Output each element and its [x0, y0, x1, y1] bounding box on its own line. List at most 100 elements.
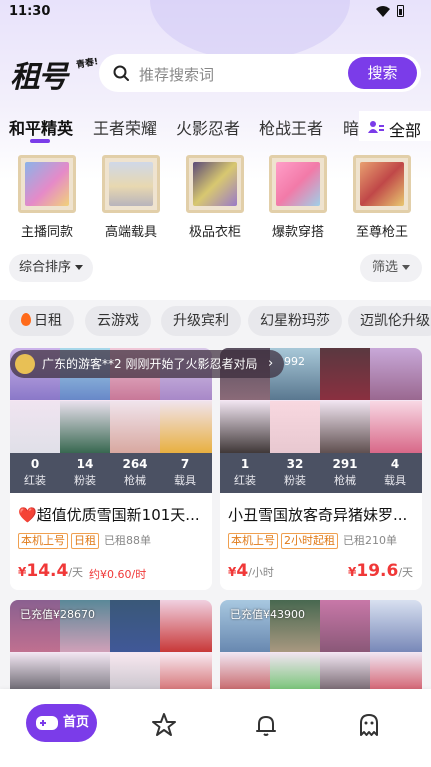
recharge-label: 已充值¥43900	[230, 608, 305, 621]
battery-icon	[397, 5, 404, 17]
listing-card[interactable]: 0 红装 14 粉装 264 枪械 7 载具 ❤️超值优质雪国新101天... 本机上号…	[10, 348, 212, 590]
tab-huoying[interactable]: 火影忍者	[176, 115, 240, 139]
category-row: 主播同款 高端载具 极品衣柜 爆款穿搭 至尊枪王	[0, 155, 431, 240]
stat-value: 32	[286, 457, 304, 471]
tag-label: 日租	[34, 313, 62, 329]
price-unit: /小时	[248, 566, 274, 579]
outfit-icon	[269, 155, 327, 213]
outfit-icon	[186, 155, 244, 213]
active-tab-indicator	[30, 139, 50, 143]
category-label: 极品衣柜	[188, 225, 241, 240]
stat-value: 4	[390, 457, 400, 471]
stat-value: 7	[180, 457, 190, 471]
tag-maserati[interactable]: 幻星粉玛莎	[248, 306, 342, 336]
sort-label: 综合排序	[19, 260, 72, 275]
stat-value: 1	[240, 457, 250, 471]
category-label: 爆款穿搭	[271, 225, 324, 240]
tab-qiangzhan[interactable]: 枪战王者	[259, 115, 323, 139]
badge: 本机上号	[228, 533, 278, 549]
tag-bentley[interactable]: 升级宾利	[161, 306, 241, 336]
price-unit: /天	[398, 566, 414, 579]
caret-down-icon	[402, 265, 410, 270]
stat-label: 载具	[384, 474, 406, 487]
star-icon[interactable]	[151, 712, 177, 738]
bottom-nav: 首页	[0, 689, 431, 767]
stat-label: 粉装	[284, 474, 306, 487]
stat-label: 枪械	[124, 474, 146, 487]
search-bar[interactable]: 推荐搜索词 搜索	[99, 54, 421, 92]
price: ¥14.4/天	[18, 561, 83, 581]
stat-value: 14	[76, 457, 94, 471]
tab-heping[interactable]: 和平精英	[9, 115, 73, 139]
listing-badges: 本机上号 2小时起租 已租210单	[228, 532, 397, 549]
all-games-label: 全部	[389, 121, 422, 140]
listing-stats: 0 红装 14 粉装 264 枪械 7 载具	[10, 453, 212, 493]
caret-down-icon	[75, 265, 84, 270]
search-input[interactable]: 推荐搜索词	[139, 64, 214, 85]
status-bar: 11:30	[0, 0, 431, 26]
ghost-icon[interactable]	[356, 712, 382, 738]
filter-dropdown[interactable]: 筛选	[360, 254, 422, 282]
rented-count: 已租88单	[104, 534, 151, 547]
status-time: 11:30	[9, 4, 51, 19]
category-streamer[interactable]: 主播同款	[15, 155, 79, 240]
stat-label: 红装	[234, 474, 256, 487]
badge: 本机上号	[18, 533, 68, 549]
notice-suffix: 992	[284, 355, 305, 368]
category-gunking[interactable]: 至尊枪王	[350, 155, 414, 240]
notice-text: 广东的游客**2 刚刚开始了火影忍者对局	[42, 357, 258, 371]
category-outfits[interactable]: 爆款穿搭	[266, 155, 330, 240]
price-value: 4	[236, 561, 249, 581]
gamepad-icon	[36, 716, 58, 730]
listing-stats: 1 红装 32 粉装 291 枪械 4 载具	[220, 453, 422, 493]
tag-mclaren[interactable]: 迈凯伦升级	[348, 306, 431, 336]
category-label: 至尊枪王	[355, 225, 408, 240]
fire-icon	[21, 313, 31, 326]
filter-label: 筛选	[371, 260, 398, 275]
car-icon	[102, 155, 160, 213]
avatar	[15, 354, 35, 374]
search-icon	[113, 65, 129, 81]
price: ¥4/小时	[228, 561, 274, 581]
listing-card[interactable]: 1 红装 32 粉装 291 枪械 4 载具 小丑雪国放客奇异猪妹罗... 本机上号 2小…	[220, 348, 422, 590]
user-group-icon	[368, 121, 384, 133]
recharge-label: 已充值¥28670	[20, 608, 95, 621]
activity-notice[interactable]: 广东的游客**2 刚刚开始了火影忍者对局 ›	[10, 350, 284, 378]
bell-icon[interactable]	[253, 712, 279, 738]
nav-home[interactable]: 首页	[26, 704, 97, 742]
nav-home-label: 首页	[63, 715, 90, 730]
quick-tags: 日租 云游戏 升级宾利 幻星粉玛莎 迈凯伦升级	[0, 306, 431, 336]
listing-title: 小丑雪国放客奇异猪妹罗...	[228, 506, 408, 524]
badge: 2小时起租	[281, 533, 338, 549]
price-daily: ¥19.6/天	[348, 561, 413, 581]
stat-label: 枪械	[334, 474, 356, 487]
wifi-icon	[376, 6, 390, 17]
price-per-hour: 约¥0.60/时	[89, 568, 147, 581]
stat-value: 264	[122, 457, 148, 471]
tab-wangzhe[interactable]: 王者荣耀	[93, 115, 157, 139]
sort-dropdown[interactable]: 综合排序	[9, 254, 94, 282]
badge: 日租	[71, 533, 99, 549]
stat-value: 291	[332, 457, 358, 471]
search-button[interactable]: 搜索	[348, 57, 417, 89]
character-icon	[18, 155, 76, 213]
category-vehicle[interactable]: 高端载具	[99, 155, 163, 240]
chevron-right-icon: ›	[268, 356, 274, 371]
price-unit: /天	[68, 566, 84, 579]
category-wardrobe[interactable]: 极品衣柜	[183, 155, 247, 240]
rented-count: 已租210单	[343, 534, 397, 547]
category-label: 主播同款	[20, 225, 73, 240]
character-icon	[353, 155, 411, 213]
tag-daily[interactable]: 日租	[9, 306, 74, 336]
stat-label: 红装	[24, 474, 46, 487]
listing-title: ❤️超值优质雪国新101天...	[18, 506, 200, 524]
price-value: 14.4	[26, 561, 69, 581]
category-label: 高端载具	[104, 225, 157, 240]
listing-badges: 本机上号 日租 已租88单	[18, 532, 151, 549]
tag-cloud[interactable]: 云游戏	[85, 306, 151, 336]
price-value: 19.6	[356, 561, 399, 581]
stat-value: 0	[30, 457, 40, 471]
all-games-button[interactable]: 全部	[359, 111, 431, 141]
app-logo: 租号	[10, 60, 68, 95]
stat-label: 载具	[174, 474, 196, 487]
